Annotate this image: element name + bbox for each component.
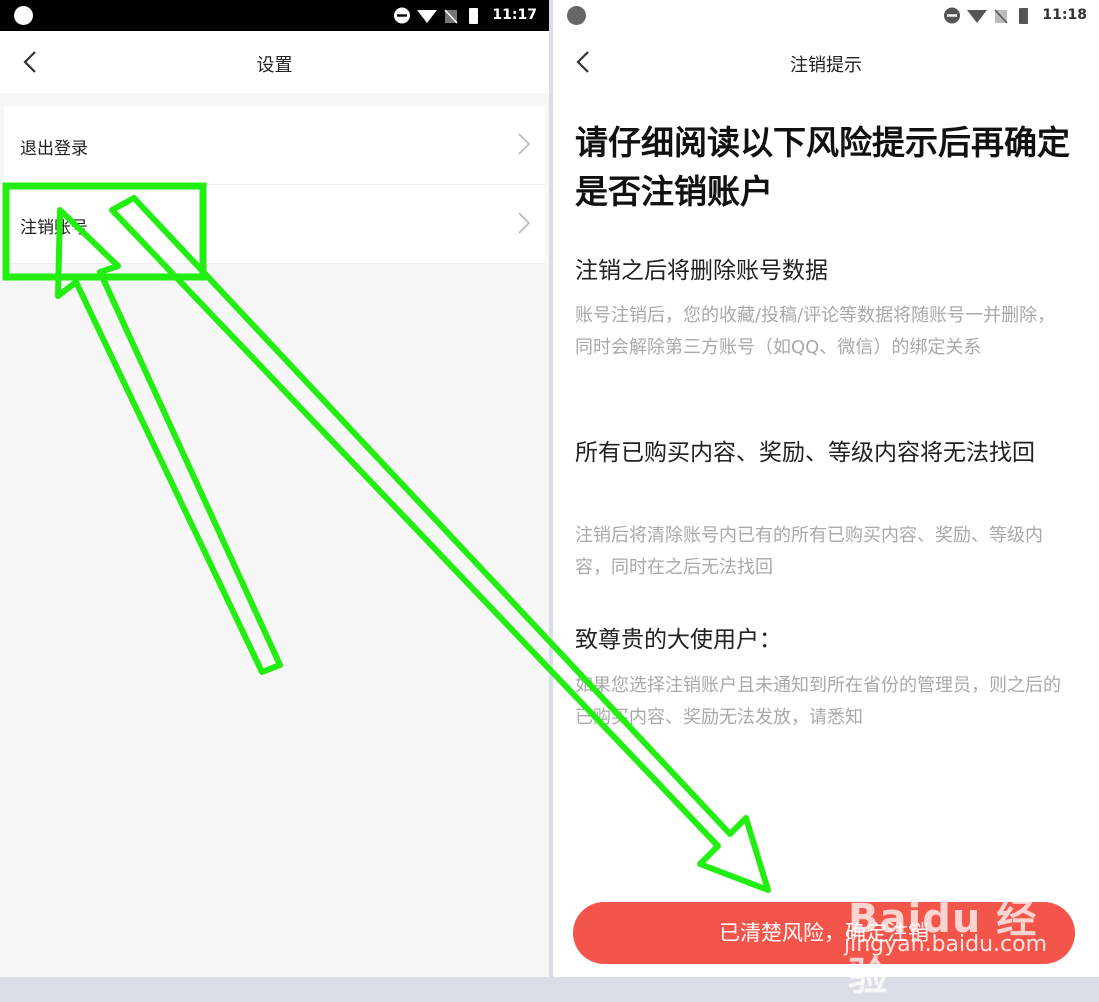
settings-list: 退出登录 注销账号 xyxy=(4,106,545,264)
status-time: 11:18 xyxy=(1042,7,1087,23)
navigation-bar: 注销提示 xyxy=(553,31,1099,93)
settings-item-delete-account[interactable]: 注销账号 xyxy=(4,185,545,264)
section-title: 所有已购买内容、奖励、等级内容将无法找回 xyxy=(575,440,1035,466)
chevron-right-icon xyxy=(518,133,531,155)
app-notification-icon xyxy=(14,6,33,25)
section-title: 注销之后将删除账号数据 xyxy=(575,258,828,284)
chevron-right-icon xyxy=(518,212,531,234)
watermark-url: jingyan.baidu.com xyxy=(844,932,1048,957)
page-title: 设置 xyxy=(256,55,293,76)
status-icons xyxy=(393,6,483,25)
navigation-bar: 设置 xyxy=(0,31,549,93)
section-body: 如果您选择注销账户且未通知到所在省份的管理员，则之后的已购买内容、奖励无法发放，… xyxy=(575,675,1061,728)
status-bar: 11:17 xyxy=(0,0,549,31)
section-title: 致尊贵的大使用户： xyxy=(575,627,782,653)
settings-item-label: 注销账号 xyxy=(20,218,88,238)
baidu-watermark: Baidu 经验 jingyan.baidu.com xyxy=(844,858,1047,1000)
settings-screen: 11:17 设置 退出登录 注销账号 xyxy=(0,0,549,977)
app-notification-icon xyxy=(567,6,586,25)
section-body: 账号注销后，您的收藏/投稿/评论等数据将随账号一并删除，同时会解除第三方账号（如… xyxy=(575,305,1056,358)
warning-headline: 请仔细阅读以下风险提示后再确定是否注销账户 xyxy=(575,123,1070,211)
status-time: 11:17 xyxy=(492,7,537,23)
status-bar: 11:18 xyxy=(553,0,1099,31)
section-body: 注销后将清除账号内已有的所有已购买内容、奖励、等级内容，同时在之后无法找回 xyxy=(575,525,1043,578)
status-icons xyxy=(943,6,1033,25)
settings-item-logout[interactable]: 退出登录 xyxy=(4,106,545,185)
settings-item-label: 退出登录 xyxy=(20,139,88,159)
page-title: 注销提示 xyxy=(790,55,862,76)
delete-warning-screen: 11:18 注销提示 请仔细阅读以下风险提示后再确定是否注销账户 注销之后将删除… xyxy=(553,0,1099,977)
